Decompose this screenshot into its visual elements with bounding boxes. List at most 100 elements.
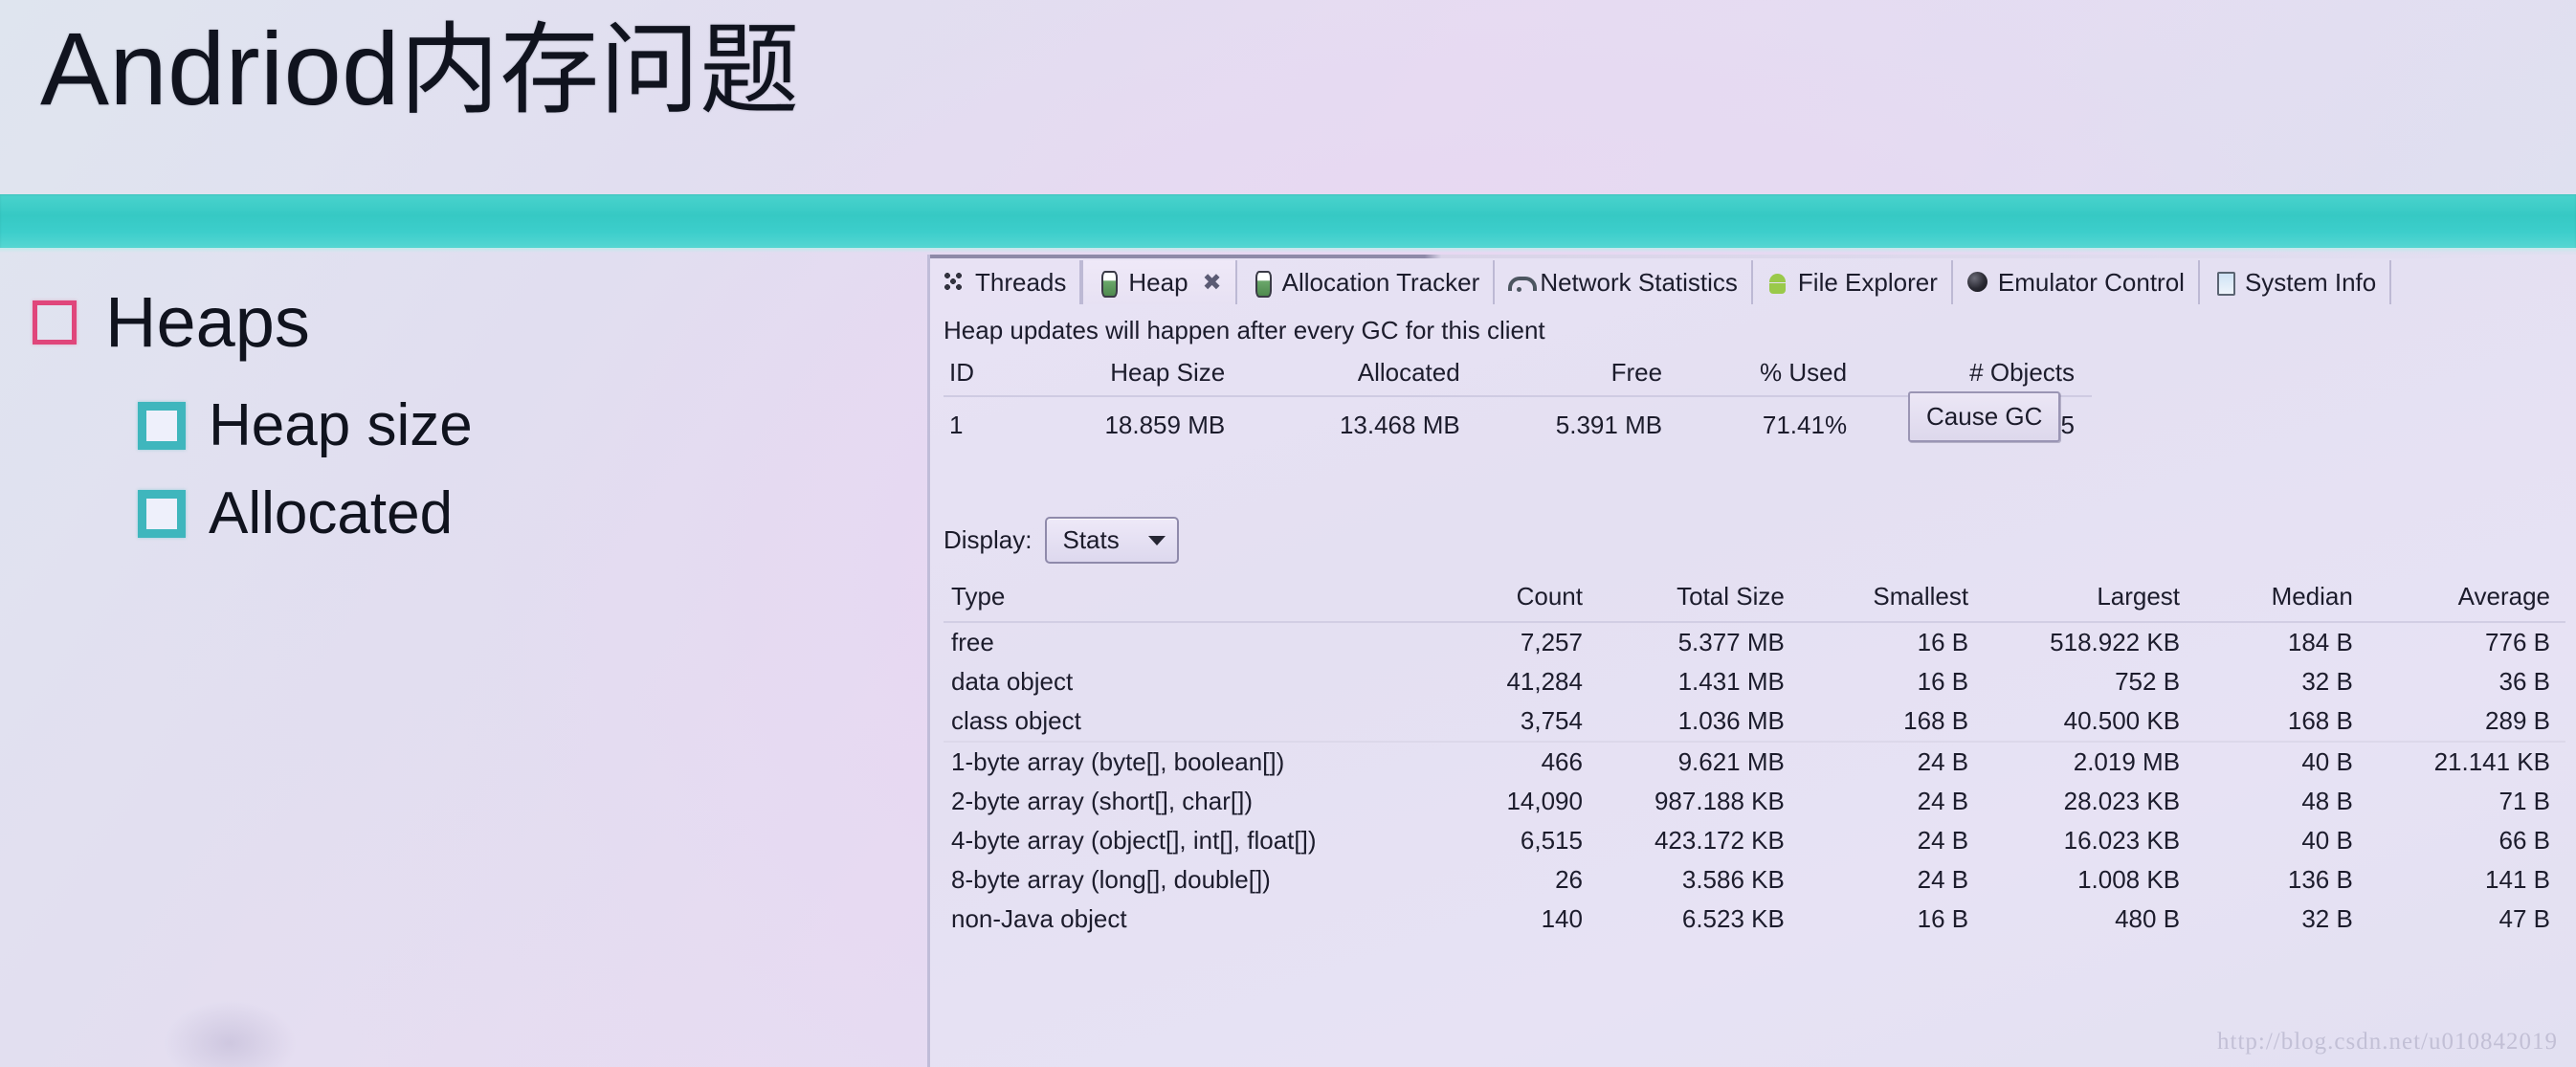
cell-largest: 480 B [2115,904,2181,933]
cell-total-size: 9.621 MB [1597,741,1800,782]
cell-heap-size: 18.859 MB [1104,411,1226,439]
network-icon [1506,269,1538,296]
column-header-id[interactable]: ID [944,354,1008,397]
tab-label: Heap [1128,267,1188,297]
cell-median: 32 B [2301,667,2353,696]
cell-median: 168 B [2287,706,2353,735]
table-row[interactable]: 2-byte array (short[], char[]) 14,090 987.… [944,782,2565,821]
tab-heap[interactable]: Heap ✖ [1081,260,1237,304]
cause-gc-button[interactable]: Cause GC [1908,391,2061,442]
threads-icon [942,269,966,296]
cell-total-size: 5.377 MB [1677,628,1785,656]
table-row[interactable]: data object 41,284 1.431 MB 16 B 752 B 32 B 36… [944,662,2565,701]
column-header-average[interactable]: Average [2367,576,2565,623]
cell-largest: 2.019 MB [1984,741,2196,782]
table-row[interactable]: 1-byte array (byte[], boolean[]) 466 9.621… [944,741,2565,782]
system-info-icon [2211,269,2236,296]
column-header-type[interactable]: Type [944,576,1453,623]
cell-largest: 752 B [2115,667,2181,696]
column-header-smallest[interactable]: Smallest [1799,576,1985,623]
android-icon [1765,269,1789,296]
cell-average: 47 B [2498,904,2551,933]
cell-smallest: 24 B [1917,826,1969,855]
tab-label: Allocation Tracker [1281,267,1480,297]
table-row[interactable]: 8-byte array (long[], double[]) 26 3.586 K… [944,860,2565,900]
column-header-heap-size[interactable]: Heap Size [1007,354,1243,397]
cell-smallest: 16 B [1917,667,1969,696]
column-header-largest[interactable]: Largest [1984,576,2196,623]
heap-icon [1095,269,1120,298]
cell-type: 2-byte array (short[], char[]) [951,787,1253,815]
bullet-list: Heaps Heap size Allocated [33,287,894,572]
tab-label: Network Statistics [1540,267,1738,297]
table-row[interactable]: class object 3,754 1.036 MB 168 B 40.500 KB 1… [944,701,2565,742]
list-item-label: Allocated [209,480,454,546]
cell-average: 71 B [2498,787,2551,815]
tab-network-statistics[interactable]: Network Statistics [1495,260,1753,304]
table-row[interactable]: non-Java object 140 6.523 KB 16 B 480 B 32 B 4… [944,900,2565,939]
cell-total-size: 423.172 KB [1654,826,1785,855]
display-dropdown[interactable]: Stats [1045,517,1179,564]
tab-system-info[interactable]: System Info [2200,260,2392,304]
cell-count: 466 [1452,741,1598,782]
column-header-allocated[interactable]: Allocated [1242,354,1477,397]
page-title: Andriod内存问题 [40,11,800,128]
display-selected-value: Stats [1062,525,1120,554]
cell-count: 6,515 [1520,826,1583,855]
column-header-num-objects[interactable]: # Objects [1864,354,2092,397]
cell-largest: 518.922 KB [2050,628,2181,656]
tab-threads[interactable]: Threads [930,260,1082,304]
close-icon[interactable]: ✖ [1203,269,1222,297]
cell-type: 4-byte array (object[], int[], float[]) [951,826,1317,855]
list-item-label: Heaps [105,282,310,362]
cell-free: 5.391 MB [1555,411,1663,439]
cell-average: 21.141 KB [2367,741,2565,782]
table-row[interactable]: 4-byte array (object[], int[], float[]) 6… [944,821,2565,860]
tab-emulator-control[interactable]: Emulator Control [1953,260,2200,304]
cell-count: 41,284 [1506,667,1583,696]
cell-count: 140 [1541,904,1583,933]
chevron-down-icon [1147,535,1166,545]
cell-smallest: 24 B [1917,865,1969,894]
column-header-count[interactable]: Count [1452,576,1598,623]
slide-canvas: Andriod内存问题 Heaps Heap size Allocated Th… [0,0,2576,1067]
cell-type: data object [951,667,1074,696]
cell-smallest: 16 B [1917,628,1969,656]
column-header-median[interactable]: Median [2195,576,2368,623]
cell-count: 26 [1555,865,1583,894]
cell-count: 3,754 [1520,706,1583,735]
watermark: http://blog.csdn.net/u010842019 [2217,1029,2558,1055]
table-header-row: ID Heap Size Allocated Free % Used # Obj… [944,354,2092,397]
cell-type: class object [951,706,1081,735]
cell-average: 36 B [2498,667,2551,696]
ddms-tab-bar: Threads Heap ✖ Allocation Tracker Networ… [930,260,2576,304]
list-item-label: Heap size [209,392,473,458]
cell-total-size: 1.036 MB [1677,706,1785,735]
cell-median: 48 B [2301,787,2353,815]
display-control-row: Display: Stats [944,517,1179,564]
cell-average: 141 B [2485,865,2550,894]
heap-icon [1249,269,1274,298]
cell-largest: 1.008 KB [2077,865,2181,894]
list-item: Heap size [138,396,894,456]
display-label: Display: [944,525,1033,554]
list-item: Allocated [138,484,894,544]
cell-largest: 28.023 KB [2063,787,2181,815]
cell-smallest: 24 B [1799,741,1985,782]
cell-type: 8-byte array (long[], double[]) [951,865,1271,894]
column-header-free[interactable]: Free [1477,354,1680,397]
column-header-total-size[interactable]: Total Size [1597,576,1800,623]
accent-divider-band [0,194,2576,253]
table-header-row: Type Count Total Size Smallest Largest M… [944,576,2565,623]
table-row[interactable]: free 7,257 5.377 MB 16 B 518.922 KB 184 B 776 … [944,622,2565,662]
cell-median: 184 B [2287,628,2353,656]
heap-update-note: Heap updates will happen after every GC … [944,316,1545,345]
cell-allocated: 13.468 MB [1339,411,1460,439]
ddms-screenshot-panel: Threads Heap ✖ Allocation Tracker Networ… [927,255,2576,1067]
column-header-percent-used[interactable]: % Used [1679,354,1865,397]
tab-file-explorer[interactable]: File Explorer [1753,260,1953,304]
page-title-cjk: 内存问题 [399,11,800,128]
list-item: Heaps [33,287,894,358]
stats-table-body: free 7,257 5.377 MB 16 B 518.922 KB 184 B 776 … [944,622,2565,939]
tab-allocation-tracker[interactable]: Allocation Tracker [1237,260,1496,304]
